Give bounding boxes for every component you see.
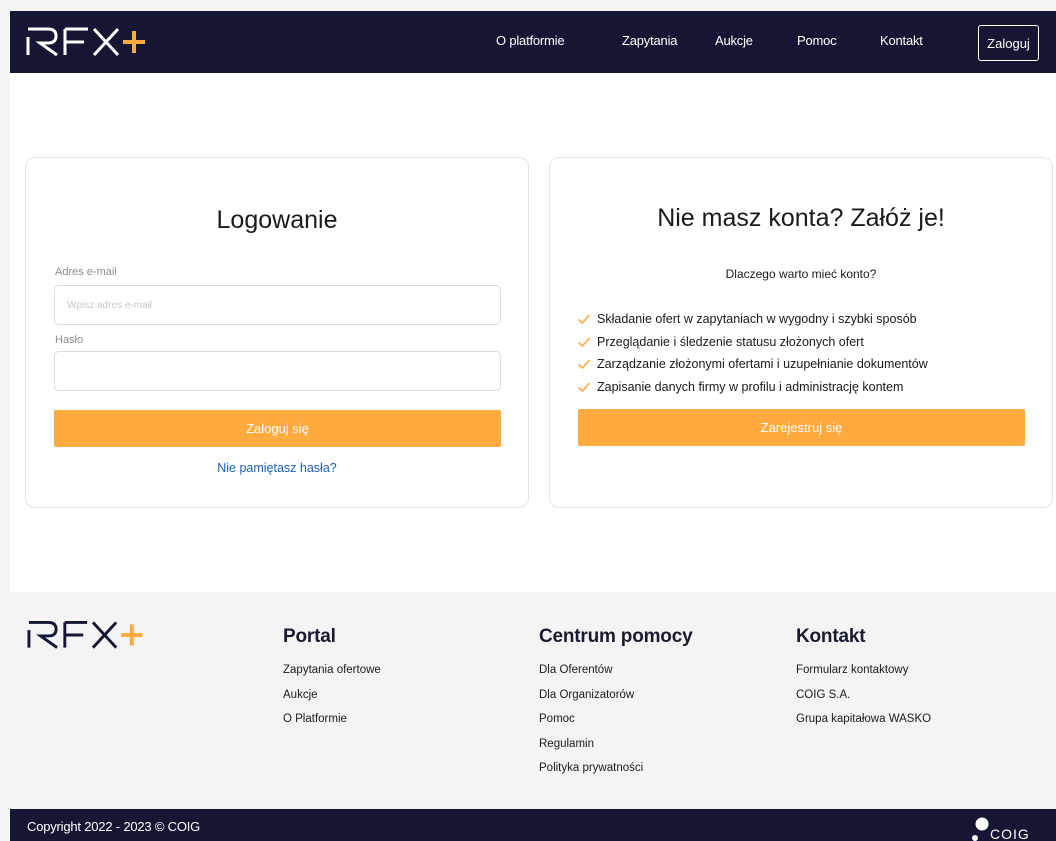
footer-link-pomoc[interactable]: Pomoc [539, 713, 692, 738]
password-label: Hasło [55, 334, 84, 346]
footer-heading-portal: Portal [283, 626, 336, 647]
footer-column-portal: Portal Zapytania ofertowe Aukcje O Platf… [283, 626, 381, 738]
footer-heading-centrum-pomocy: Centrum pomocy [539, 626, 693, 647]
check-icon [577, 314, 591, 325]
top-navbar: O platformie Zapytania Aukcje Pomoc Kont… [10, 11, 1056, 73]
footer-column-kontakt: Kontakt Formularz kontaktowy COIG S.A. G… [796, 626, 931, 738]
benefit-item: Składanie ofert w zapytaniach w wygodny … [577, 308, 928, 331]
rfx-plus-footer-logo[interactable] [27, 618, 155, 652]
nav-pomoc[interactable]: Pomoc [797, 33, 837, 48]
footer-link-coig-sa[interactable]: COIG S.A. [796, 689, 931, 714]
benefit-text: Zarządzanie złożonymi ofertami i uzupełn… [597, 357, 928, 372]
nav-aukcje[interactable]: Aukcje [715, 33, 753, 48]
login-submit-button[interactable]: Zaloguj się [54, 410, 501, 447]
coig-logo-text: COIG [990, 826, 1030, 841]
email-label: Adres e-mail [55, 266, 117, 278]
benefit-text: Przeglądanie i śledzenie statusu złożony… [597, 334, 864, 349]
footer-link-zapytania-ofertowe[interactable]: Zapytania ofertowe [283, 664, 381, 689]
benefits-list: Składanie ofert w zapytaniach w wygodny … [577, 308, 928, 398]
copyright-text: Copyright 2022 - 2023 © COIG [27, 819, 201, 834]
rfx-plus-logo[interactable] [26, 25, 158, 59]
benefit-item: Przeglądanie i śledzenie statusu złożony… [577, 331, 928, 354]
footer-link-dla-organizatorow[interactable]: Dla Organizatorów [539, 689, 692, 714]
footer-link-dla-oferentow[interactable]: Dla Oferentów [539, 664, 692, 689]
footer-link-aukcje[interactable]: Aukcje [283, 689, 381, 714]
main-content: Logowanie Adres e-mail Hasło Zaloguj się… [10, 73, 1056, 592]
footer-heading-kontakt: Kontakt [796, 626, 866, 647]
footer-link-regulamin[interactable]: Regulamin [539, 738, 692, 763]
benefit-item: Zapisanie danych firmy w profilu i admin… [577, 376, 928, 399]
nav-zapytania[interactable]: Zapytania [622, 33, 677, 48]
check-icon [577, 382, 591, 392]
footer-link-grupa-wasko[interactable]: Grupa kapitałowa WASKO [796, 713, 931, 738]
check-icon [577, 359, 591, 370]
register-card: Nie masz konta? Załóż je! Dlaczego warto… [549, 157, 1053, 508]
footer: Portal Zapytania ofertowe Aukcje O Platf… [10, 592, 1056, 809]
benefit-text: Zapisanie danych firmy w profilu i admin… [597, 379, 904, 394]
nav-kontakt[interactable]: Kontakt [880, 33, 923, 48]
copyright-bar: Copyright 2022 - 2023 © COIG COIG [10, 809, 1056, 841]
register-subtitle: Dlaczego warto mieć konto? [725, 267, 877, 281]
login-title: Logowanie [216, 206, 338, 234]
register-title: Nie masz konta? Załóż je! [657, 204, 945, 232]
footer-column-centrum-pomocy: Centrum pomocy Dla Oferentów Dla Organiz… [539, 626, 693, 787]
coig-logo[interactable]: COIG [968, 809, 1056, 841]
check-icon [577, 337, 591, 347]
benefit-item: Zarządzanie złożonymi ofertami i uzupełn… [577, 353, 928, 376]
email-input[interactable] [54, 285, 501, 325]
password-input[interactable] [54, 351, 501, 391]
login-card: Logowanie Adres e-mail Hasło Zaloguj się… [25, 157, 529, 508]
footer-link-polityka-prywatnosci[interactable]: Polityka prywatności [539, 762, 692, 787]
header-login-button[interactable]: Zaloguj [978, 25, 1039, 61]
forgot-password-link[interactable]: Nie pamiętasz hasła? [26, 461, 528, 475]
footer-link-formularz-kontaktowy[interactable]: Formularz kontaktowy [796, 664, 931, 689]
footer-link-o-platformie[interactable]: O Platformie [283, 713, 381, 738]
nav-o-platformie[interactable]: O platformie [496, 33, 565, 48]
register-button[interactable]: Zarejestruj się [578, 409, 1025, 446]
benefit-text: Składanie ofert w zapytaniach w wygodny … [597, 312, 917, 327]
